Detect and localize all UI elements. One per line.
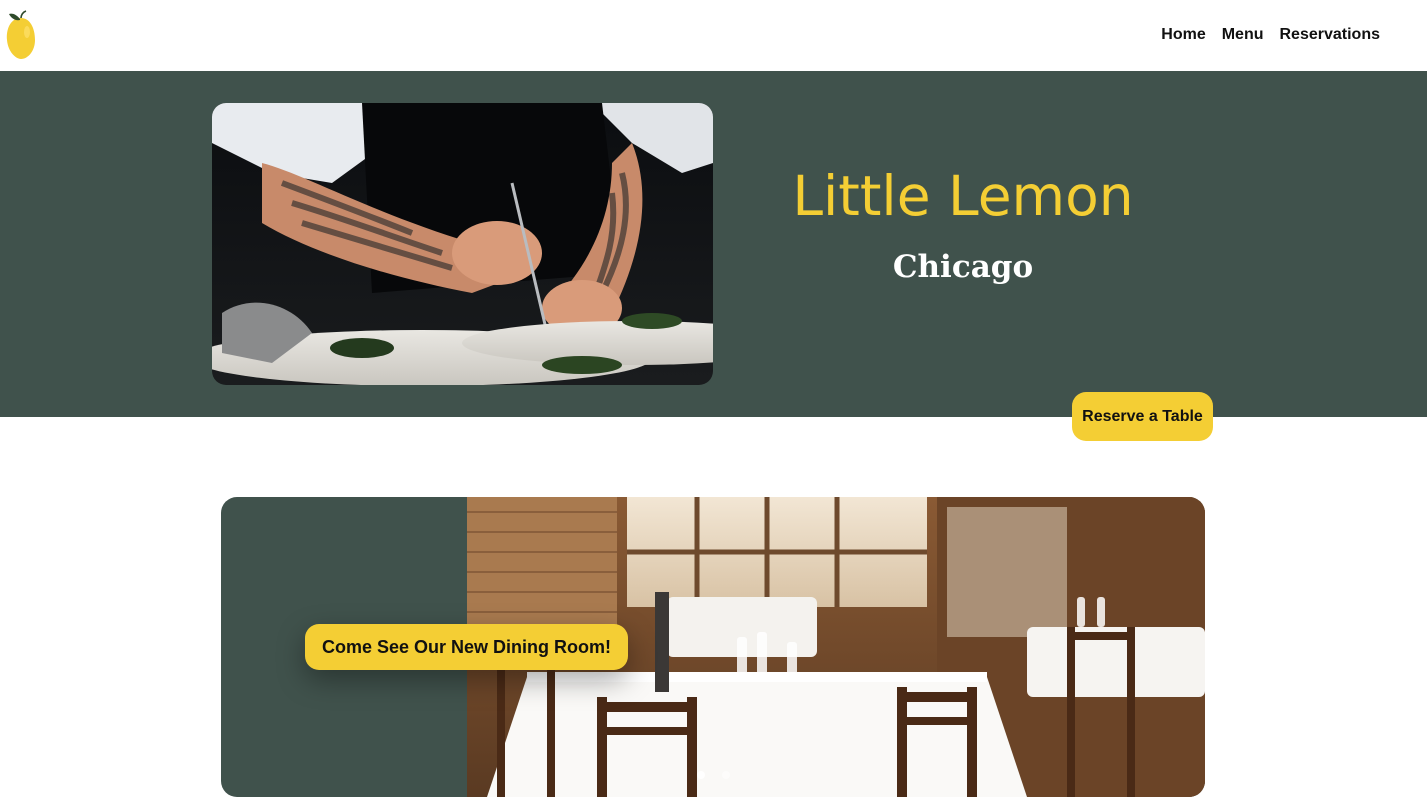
lemon-logo-icon[interactable] (4, 8, 38, 62)
hero-section: Little Lemon Chicago (0, 71, 1427, 417)
site-header: Home Menu Reservations (0, 0, 1427, 71)
restaurant-name: Little Lemon (792, 164, 1134, 228)
carousel-dot-2[interactable] (722, 771, 730, 779)
nav-link-reservations[interactable]: Reservations (1280, 22, 1381, 48)
nav-link-home[interactable]: Home (1161, 22, 1205, 48)
reserve-table-button[interactable]: Reserve a Table (1072, 392, 1213, 441)
chef-plating-photo (212, 103, 713, 385)
nav-link-menu[interactable]: Menu (1222, 22, 1264, 48)
restaurant-location: Chicago (892, 249, 1034, 285)
carousel-indicators (697, 771, 730, 779)
dining-room-button[interactable]: Come See Our New Dining Room! (305, 624, 628, 670)
carousel-dot-1[interactable] (697, 771, 705, 779)
main-nav: Home Menu Reservations (1161, 22, 1380, 48)
